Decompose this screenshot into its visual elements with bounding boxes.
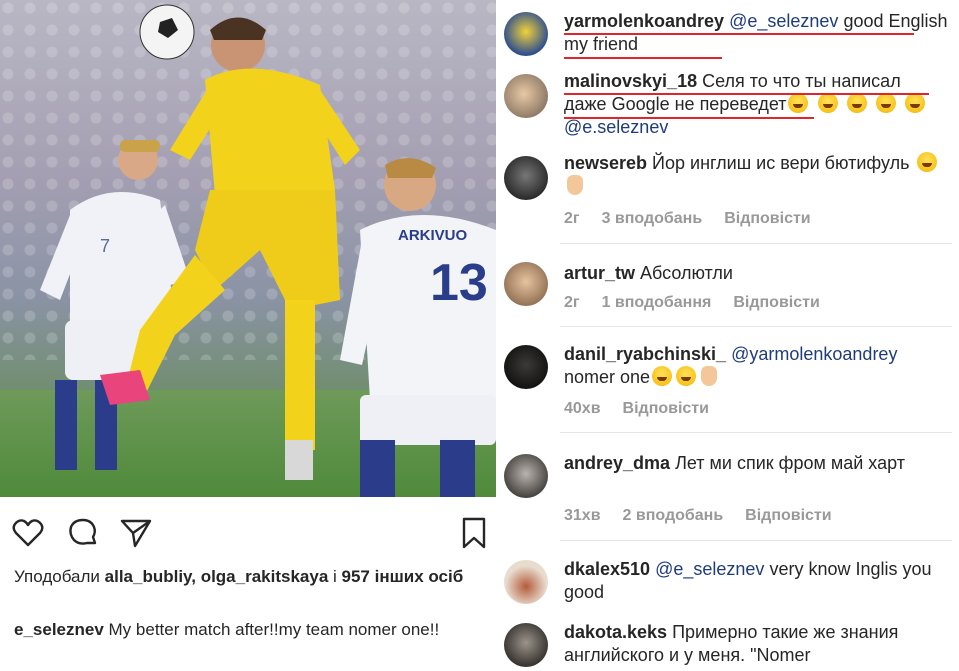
likes-users[interactable]: alla_bubliy, olga_rakitskaya bbox=[105, 567, 329, 586]
avatar[interactable] bbox=[504, 156, 548, 200]
comment-text: artur_tw Абсолютли bbox=[564, 262, 948, 285]
caption-text: My better match after!!my team nomer one… bbox=[103, 620, 440, 639]
reply-button[interactable]: Відповісти bbox=[733, 294, 819, 311]
avatar[interactable] bbox=[504, 12, 548, 56]
post-actions bbox=[0, 510, 496, 554]
joy-emoji bbox=[652, 366, 673, 386]
comment-time: 40хв bbox=[564, 400, 601, 417]
bookmark-icon[interactable] bbox=[457, 516, 491, 550]
red-underline bbox=[564, 117, 814, 119]
comment-body: Абсолютли bbox=[635, 263, 733, 283]
comment-text: danil_ryabchinski_ @yarmolenkoandrey nom… bbox=[564, 343, 948, 389]
likes-line: Уподобали alla_bubliy, olga_rakitskaya і… bbox=[14, 566, 490, 588]
reply-button[interactable]: Відповісти bbox=[745, 507, 831, 524]
comment-text: dakota.keks Примерно такие же знания анг… bbox=[564, 621, 948, 667]
comment-time: 2г bbox=[564, 294, 580, 311]
avatar[interactable] bbox=[504, 262, 548, 306]
svg-text:7: 7 bbox=[100, 236, 110, 256]
thumbs-up-emoji bbox=[701, 366, 718, 386]
jersey-number: 13 bbox=[430, 254, 488, 312]
comment-username[interactable]: newsereb bbox=[564, 153, 647, 173]
share-icon[interactable] bbox=[119, 516, 153, 550]
rofl-emoji bbox=[846, 93, 867, 113]
comment-mention[interactable]: @yarmolenkoandrey bbox=[731, 344, 897, 364]
avatar[interactable] bbox=[504, 345, 548, 389]
red-underline bbox=[564, 57, 722, 59]
comment-mention[interactable]: @e.seleznev bbox=[564, 117, 668, 137]
comment-meta: 40хв Відповісти bbox=[564, 400, 731, 418]
comment-text: dkalex510 @e_seleznev very know Inglis y… bbox=[564, 558, 948, 604]
comment-meta: 2г 3 вподобань Відповісти bbox=[564, 210, 833, 228]
comment-likes[interactable]: 2 вподобань bbox=[623, 507, 724, 524]
likes-count[interactable]: 957 інших осіб bbox=[342, 567, 464, 586]
rofl-emoji bbox=[904, 93, 925, 113]
comment-username[interactable]: yarmolenkoandrey bbox=[564, 11, 724, 31]
comment-likes[interactable]: 1 вподобання bbox=[602, 294, 712, 311]
heart-icon[interactable] bbox=[11, 516, 45, 550]
comment-text: malinovskyi_18 Селя то что ты написал да… bbox=[564, 70, 948, 139]
victory-hand-emoji bbox=[567, 175, 583, 195]
comment-mention[interactable]: @e_seleznev bbox=[655, 559, 764, 579]
comment-time: 2г bbox=[564, 210, 580, 227]
comment-meta: 2г 1 вподобання Відповісти bbox=[564, 294, 842, 312]
avatar[interactable] bbox=[504, 623, 548, 667]
comment-username[interactable]: danil_ryabchinski_ bbox=[564, 344, 726, 364]
reply-button[interactable]: Відповісти bbox=[724, 210, 810, 227]
comments-panel: yarmolenkoandrey @e_seleznev good Englis… bbox=[496, 0, 959, 671]
comment-body: nomer one bbox=[564, 367, 651, 387]
joy-emoji bbox=[676, 366, 697, 386]
red-underline bbox=[564, 93, 929, 95]
divider bbox=[560, 540, 952, 541]
post-photo[interactable]: 7 13 ARKIVUO bbox=[0, 0, 496, 497]
divider bbox=[560, 243, 952, 244]
reply-button[interactable]: Відповісти bbox=[623, 400, 709, 417]
rofl-emoji bbox=[788, 93, 809, 113]
divider bbox=[560, 326, 952, 327]
likes-mid: і bbox=[328, 567, 342, 586]
avatar[interactable] bbox=[504, 560, 548, 604]
avatar[interactable] bbox=[504, 74, 548, 118]
comment-username[interactable]: dakota.keks bbox=[564, 622, 667, 642]
comment-mention[interactable]: @e_seleznev bbox=[729, 11, 838, 31]
comment-text: newsereb Йор инглиш ис вери бютифуль bbox=[564, 152, 948, 198]
caption-username[interactable]: e_seleznev bbox=[14, 620, 104, 639]
comment-time: 31хв bbox=[564, 507, 601, 524]
comment-body: Йор инглиш ис вери бютифуль bbox=[647, 153, 910, 173]
football-scene: 7 13 ARKIVUO bbox=[40, 4, 496, 497]
comment-username[interactable]: dkalex510 bbox=[564, 559, 650, 579]
comment-icon[interactable] bbox=[66, 516, 100, 550]
avatar[interactable] bbox=[504, 454, 548, 498]
post-caption: e_seleznev My better match after!!my tea… bbox=[14, 619, 484, 641]
jersey-name: ARKIVUO bbox=[398, 227, 468, 244]
grin-emoji bbox=[916, 152, 937, 172]
rofl-emoji bbox=[817, 93, 838, 113]
player-finland-right: 13 ARKIVUO bbox=[340, 158, 496, 497]
comment-username[interactable]: malinovskyi_18 bbox=[564, 71, 697, 91]
rofl-emoji bbox=[875, 93, 896, 113]
comment-username[interactable]: andrey_dma bbox=[564, 453, 670, 473]
likes-prefix: Уподобали bbox=[14, 567, 105, 586]
divider bbox=[560, 432, 952, 433]
comment-username[interactable]: artur_tw bbox=[564, 263, 635, 283]
comment-likes[interactable]: 3 вподобань bbox=[602, 210, 703, 227]
instagram-post: 7 13 ARKIVUO Уподобали alla_bubliy, olga… bbox=[0, 0, 496, 671]
comment-meta: 31хв 2 вподобань Відповісти bbox=[564, 507, 854, 525]
comment-body: Лет ми спик фром май харт bbox=[670, 453, 905, 473]
red-underline bbox=[564, 33, 914, 35]
comment-text: andrey_dma Лет ми спик фром май харт bbox=[564, 452, 948, 475]
